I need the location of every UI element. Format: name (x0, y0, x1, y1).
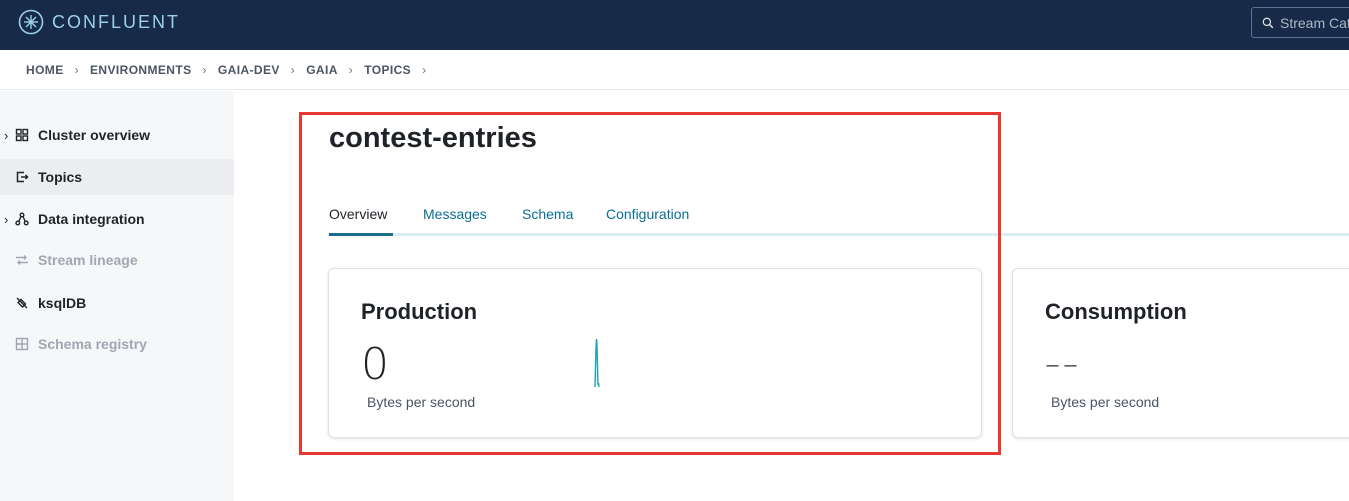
chevron-right-icon[interactable]: › (4, 212, 12, 227)
breadcrumb-gaia-dev[interactable]: GAIA-DEV (218, 63, 280, 77)
sidebar-item-schema-registry[interactable]: Schema registry (0, 326, 234, 362)
search-input[interactable] (1280, 14, 1349, 31)
confluent-logo-icon (18, 9, 44, 35)
consumption-title: Consumption (1045, 299, 1187, 324)
lineage-icon (16, 255, 28, 265)
confluent-logo[interactable]: CONFLUENT (18, 9, 180, 35)
sidebar-item-label: Data integration (38, 211, 145, 227)
top-navigation-bar: CONFLUENT (0, 0, 1349, 50)
production-unit: Bytes per second (367, 394, 476, 410)
sidebar-item-label: Stream lineage (38, 252, 138, 268)
tab-configuration[interactable]: Configuration (606, 206, 689, 222)
chevron-right-icon: › (74, 63, 80, 77)
production-sparkline (594, 338, 600, 388)
tab-messages[interactable]: Messages (423, 206, 487, 222)
sidebar-item-ksqldb[interactable]: ksqlDB (0, 285, 234, 321)
ksqldb-icon (16, 297, 28, 309)
production-card: Production 0 Bytes per second (328, 268, 982, 438)
chevron-right-icon: › (422, 63, 427, 77)
breadcrumb-environments[interactable]: ENVIRONMENTS (90, 63, 191, 77)
sidebar: › Cluster overview Topics › Data integra… (0, 91, 234, 501)
tab-overview[interactable]: Overview (329, 206, 387, 222)
topic-title: contest-entries (329, 122, 537, 154)
sidebar-item-cluster-overview[interactable]: › Cluster overview (0, 117, 234, 153)
tabs-divider (329, 233, 1349, 236)
sidebar-item-stream-lineage[interactable]: Stream lineage (0, 242, 234, 278)
integration-icon (15, 212, 29, 226)
breadcrumb-bar: HOME › ENVIRONMENTS › GAIA-DEV › GAIA › … (0, 50, 1349, 90)
chevron-right-icon: › (290, 63, 296, 77)
production-value: 0 (361, 339, 389, 390)
grid-icon (15, 128, 29, 142)
search-icon (1262, 17, 1274, 28)
breadcrumb-home[interactable]: HOME (26, 63, 64, 77)
topics-icon (16, 171, 29, 183)
sidebar-item-label: ksqlDB (38, 295, 87, 311)
active-tab-indicator (329, 233, 393, 236)
breadcrumb: HOME › ENVIRONMENTS › GAIA-DEV › GAIA › … (26, 63, 437, 77)
topic-tabs: Overview Messages Schema Configuration (329, 206, 1349, 236)
brand-name: CONFLUENT (52, 11, 181, 32)
consumption-card: Consumption –– Bytes per second (1012, 268, 1349, 438)
chevron-right-icon: › (348, 63, 354, 77)
sidebar-item-label: Schema registry (38, 336, 147, 352)
consumption-value: –– (1045, 347, 1081, 382)
sidebar-item-data-integration[interactable]: › Data integration (0, 201, 234, 237)
tab-schema[interactable]: Schema (522, 206, 573, 222)
chevron-right-icon[interactable]: › (4, 128, 12, 143)
sidebar-item-label: Topics (38, 169, 83, 185)
schema-icon (15, 337, 29, 351)
production-title: Production (361, 299, 478, 324)
sidebar-item-topics[interactable]: Topics (0, 159, 234, 195)
search-box[interactable] (1251, 7, 1349, 38)
breadcrumb-topics[interactable]: TOPICS (364, 63, 411, 77)
chevron-right-icon: › (202, 63, 207, 77)
sidebar-item-label: Cluster overview (38, 127, 151, 143)
breadcrumb-gaia[interactable]: GAIA (306, 63, 338, 77)
consumption-unit: Bytes per second (1051, 394, 1160, 410)
